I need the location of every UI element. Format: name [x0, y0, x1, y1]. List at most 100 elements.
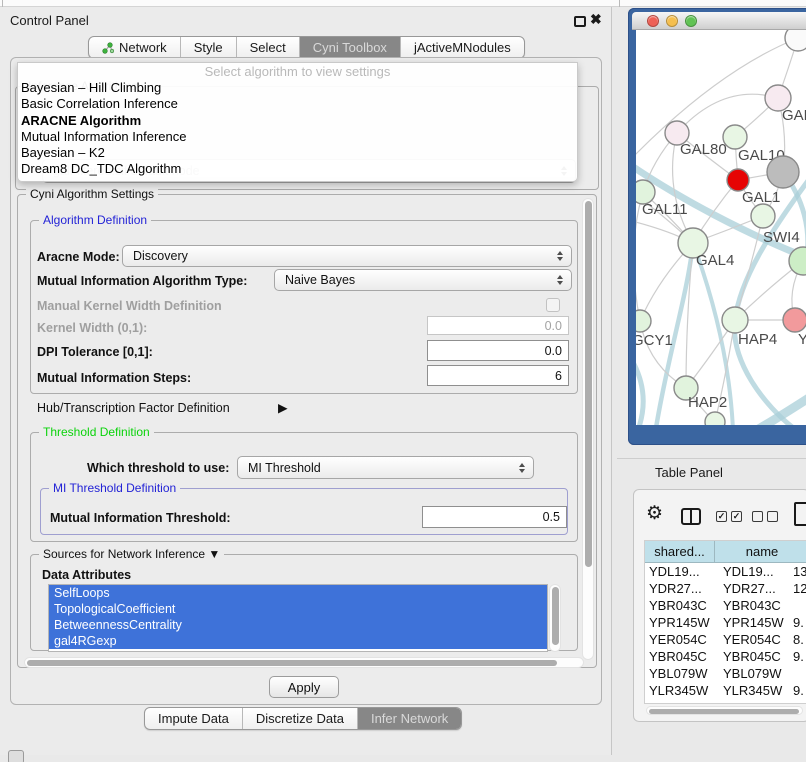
tab[interactable]: Style	[181, 37, 237, 58]
dropdown-items: Bayesian – Hill ClimbingBasic Correlatio…	[18, 80, 577, 178]
minimize-traffic-light[interactable]	[666, 15, 678, 27]
kernel-width-field[interactable]: 0.0	[427, 316, 569, 335]
column-header[interactable]: shared...	[645, 541, 715, 563]
table-row[interactable]: YPR145W YPR145W 9.	[645, 614, 806, 631]
collapse-arrow-icon[interactable]: ▼	[208, 547, 220, 561]
kernel-width-label: Kernel Width (0,1):	[37, 321, 147, 335]
network-node-gal10[interactable]	[723, 125, 747, 149]
network-node[interactable]	[751, 204, 775, 228]
control-panel-tabs: Network Style Select Cyni Toolbo	[88, 36, 525, 59]
tab[interactable]: Select	[237, 37, 300, 58]
table-cell: YER054C	[719, 631, 789, 648]
attribute-item[interactable]: gal4RGexp	[49, 633, 547, 649]
tab[interactable]: Discretize Data	[243, 708, 358, 729]
table-cell: 9.	[789, 648, 806, 665]
node-label: SWI4	[763, 229, 800, 246]
tab[interactable]: Impute Data	[145, 708, 243, 729]
dpi-tolerance-field[interactable]: 0.0	[427, 340, 569, 361]
table-row[interactable]: YBL079W YBL079W	[645, 665, 806, 682]
which-threshold-value: MI Threshold	[248, 461, 321, 475]
bottom-tabs: Impute Data Discretize Data Infer Networ…	[144, 707, 462, 730]
network-window-titlebar[interactable]	[632, 12, 806, 30]
export-table-icon[interactable]	[794, 502, 806, 526]
tab[interactable]: Cyni Toolbox	[300, 37, 401, 58]
mi-threshold-group-title: MI Threshold Definition	[49, 481, 180, 495]
list-scrollbar[interactable]	[549, 584, 561, 652]
which-threshold-label: Which threshold to use:	[87, 461, 229, 475]
network-edge[interactable]	[750, 392, 806, 425]
dock-panel-icon[interactable]	[8, 750, 24, 762]
dropdown-item[interactable]: Dream8 DC_TDC Algorithm	[18, 161, 577, 177]
which-threshold-combobox[interactable]: MI Threshold	[237, 456, 534, 479]
table-row[interactable]: YIL053C YIL053C 0.	[645, 699, 806, 704]
node-label: GCY1	[636, 332, 673, 349]
network-node[interactable]	[785, 30, 806, 51]
table-cell: YBR045C	[719, 648, 789, 665]
float-window-icon[interactable]	[574, 16, 586, 27]
tab[interactable]: Network	[89, 37, 181, 58]
manual-kernel-checkbox[interactable]	[546, 298, 560, 312]
dropdown-item[interactable]: Basic Correlation Inference	[18, 96, 577, 112]
table-cell: 13	[789, 563, 806, 580]
tab-label: Network	[119, 40, 167, 55]
table-cell: YLR345W	[719, 682, 789, 699]
table-cell: YLR345W	[645, 682, 719, 699]
dropdown-item[interactable]: ARACNE Algorithm	[18, 113, 577, 129]
zoom-traffic-light[interactable]	[685, 15, 697, 27]
expand-arrow-icon[interactable]: ▶	[278, 400, 288, 415]
column-header[interactable]: name	[715, 541, 806, 563]
table-row[interactable]: YDL19... YDL19... 13	[645, 563, 806, 580]
dropdown-item[interactable]: Bayesian – Hill Climbing	[18, 80, 577, 96]
dropdown-item[interactable]: Mutual Information Inference	[18, 129, 577, 145]
table-cell: 0.	[789, 699, 806, 704]
aracne-mode-label: Aracne Mode:	[37, 250, 120, 264]
network-node-y[interactable]	[783, 308, 806, 332]
table-cell: YPR145W	[645, 614, 719, 631]
table-row[interactable]: YER054C YER054C 8.	[645, 631, 806, 648]
deselect-all-columns-icon[interactable]	[752, 511, 778, 522]
tab[interactable]: jActiveMNodules	[401, 37, 524, 58]
network-edge[interactable]	[636, 348, 643, 425]
network-node-hap4[interactable]	[722, 307, 748, 333]
mi-threshold-field[interactable]: 0.5	[422, 506, 567, 528]
aracne-mode-combobox[interactable]: Discovery	[122, 245, 572, 267]
tab[interactable]: Infer Network	[358, 708, 461, 729]
network-node[interactable]	[705, 412, 725, 425]
table-cell	[789, 597, 806, 614]
vertical-scrollbar[interactable]	[582, 198, 594, 660]
table-cell: YIL053C	[645, 699, 719, 704]
network-node-gal1[interactable]	[727, 169, 749, 191]
network-node[interactable]	[767, 156, 799, 188]
table-row[interactable]: YLR345W YLR345W 9.	[645, 682, 806, 699]
network-node-gcy1[interactable]	[636, 310, 651, 332]
column-layout-icon[interactable]	[681, 508, 701, 525]
apply-button[interactable]: Apply	[269, 676, 339, 698]
select-all-columns-icon[interactable]: ✓✓	[716, 511, 742, 522]
control-panel-title: Control Panel	[10, 13, 89, 28]
tab-label: Cyni Toolbox	[313, 40, 387, 55]
mi-type-combobox[interactable]: Naive Bayes	[274, 269, 572, 291]
network-canvas[interactable]: GALGAL80GAL10GAL1GAL11GAL4SWI4GCY1HAP4YH…	[636, 30, 806, 425]
table-row[interactable]: YBR043C YBR043C	[645, 597, 806, 614]
attribute-item[interactable]: BetweennessCentrality	[49, 617, 547, 633]
node-label: GAL4	[696, 252, 734, 269]
node-table: shared...name YDL19... YDL19... 13 YDR27…	[644, 540, 806, 704]
gear-icon[interactable]: ⚙	[646, 504, 663, 524]
table-horizontal-scrollbar[interactable]	[646, 706, 803, 715]
node-label: GAL80	[680, 141, 727, 158]
close-icon[interactable]: ✖	[590, 11, 602, 28]
dropdown-item[interactable]: Bayesian – K2	[18, 145, 577, 161]
close-traffic-light[interactable]	[647, 15, 659, 27]
mi-steps-field[interactable]: 6	[427, 365, 569, 386]
cyni-algorithm-settings-title: Cyni Algorithm Settings	[26, 187, 158, 201]
attribute-item[interactable]: SelfLoops	[49, 585, 547, 601]
data-attributes-list[interactable]: SelfLoopsTopologicalCoefficientBetweenne…	[48, 584, 548, 652]
table-cell: 12	[789, 580, 806, 597]
table-row[interactable]: YDR27... YDR27... 12	[645, 580, 806, 597]
table-row[interactable]: YBR045C YBR045C 9.	[645, 648, 806, 665]
attribute-item[interactable]: TopologicalCoefficient	[49, 601, 547, 617]
top-divider-strip	[0, 0, 806, 7]
horizontal-scrollbar[interactable]	[24, 657, 584, 668]
node-label: HAP4	[738, 331, 777, 348]
tab-label: Discretize Data	[256, 711, 344, 726]
